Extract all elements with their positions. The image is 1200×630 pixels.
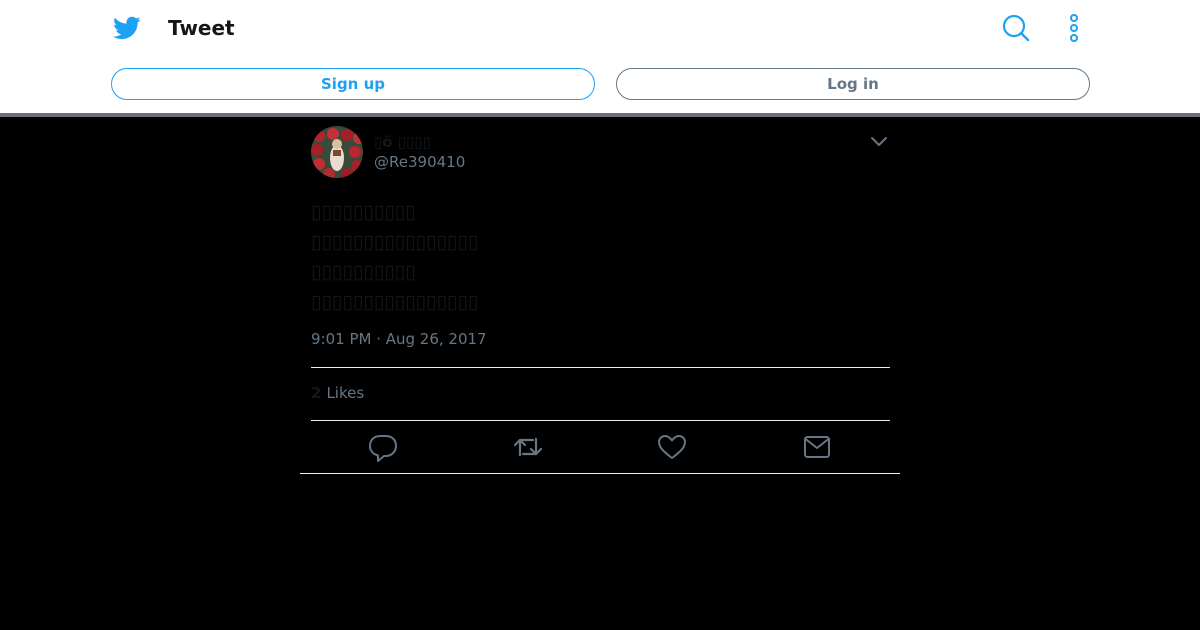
tweet-text-line: ▯▯▯▯▯▯▯▯▯▯▯▯▯▯▯▯ (311, 231, 479, 253)
page-title: Tweet (168, 16, 235, 40)
tweet-text: ▯▯▯▯▯▯▯▯▯▯ ▯▯▯▯▯▯▯▯▯▯▯▯▯▯▯▯ ▯▯▯▯▯▯▯▯▯▯ ▯… (311, 197, 891, 317)
user-handle[interactable]: @Re390410 (374, 153, 465, 171)
tweet-timestamp[interactable]: 9:01 PM · Aug 26, 2017 (311, 330, 487, 348)
sign-up-button[interactable]: Sign up (111, 68, 595, 100)
top-bar: Tweet Sign up Log in (0, 0, 1200, 117)
likes-label: Likes (326, 384, 365, 402)
twitter-bird-icon[interactable] (112, 14, 142, 42)
retweet-icon[interactable] (512, 431, 544, 463)
avatar[interactable] (311, 126, 363, 178)
display-name[interactable]: ▯ö ▯▯▯▯ (374, 133, 431, 151)
chevron-down-icon[interactable] (868, 131, 890, 151)
likes-stat[interactable]: 2 Likes (311, 384, 364, 402)
reply-icon[interactable] (367, 431, 399, 463)
more-vertical-icon[interactable] (1062, 13, 1086, 43)
share-mail-icon[interactable] (801, 431, 833, 463)
divider (311, 367, 890, 368)
tweet-text-line: ▯▯▯▯▯▯▯▯▯▯ (311, 201, 416, 223)
likes-count: 2 (311, 384, 322, 402)
tweet-text-line: ▯▯▯▯▯▯▯▯▯▯ (311, 261, 416, 283)
log-in-button[interactable]: Log in (616, 68, 1090, 100)
like-icon[interactable] (656, 431, 688, 463)
tweet-card: ▯ö ▯▯▯▯ @Re390410 ▯▯▯▯▯▯▯▯▯▯ ▯▯▯▯▯▯▯▯▯▯▯… (300, 117, 900, 474)
search-icon[interactable] (1001, 13, 1031, 43)
divider (311, 420, 890, 421)
tweet-text-line: ▯▯▯▯▯▯▯▯▯▯▯▯▯▯▯▯ (311, 291, 479, 313)
